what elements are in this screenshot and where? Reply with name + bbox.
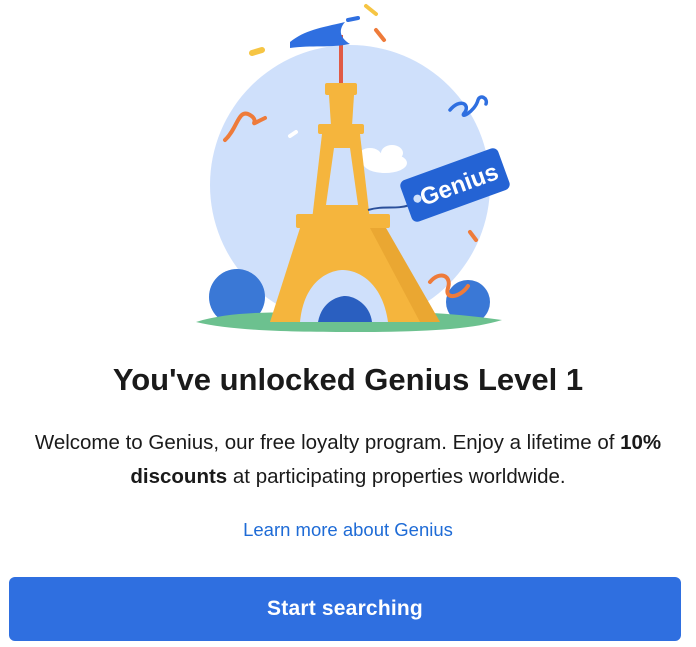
start-searching-button[interactable]: Start searching xyxy=(9,577,681,641)
learn-more-link[interactable]: Learn more about Genius xyxy=(0,519,696,541)
eiffel-tower-illustration: Genius xyxy=(196,4,510,332)
dialog-title: You've unlocked Genius Level 1 xyxy=(112,362,584,397)
description-prefix: Welcome to Genius, our free loyalty prog… xyxy=(34,431,621,454)
description-suffix: at participating properties worldwide. xyxy=(227,465,566,488)
dialog-description: Welcome to Genius, our free loyalty prog… xyxy=(20,426,676,494)
flag-icon xyxy=(290,22,350,48)
genius-welcome-dialog: Genius You've unlocked Genius Level 1 We… xyxy=(0,0,696,647)
